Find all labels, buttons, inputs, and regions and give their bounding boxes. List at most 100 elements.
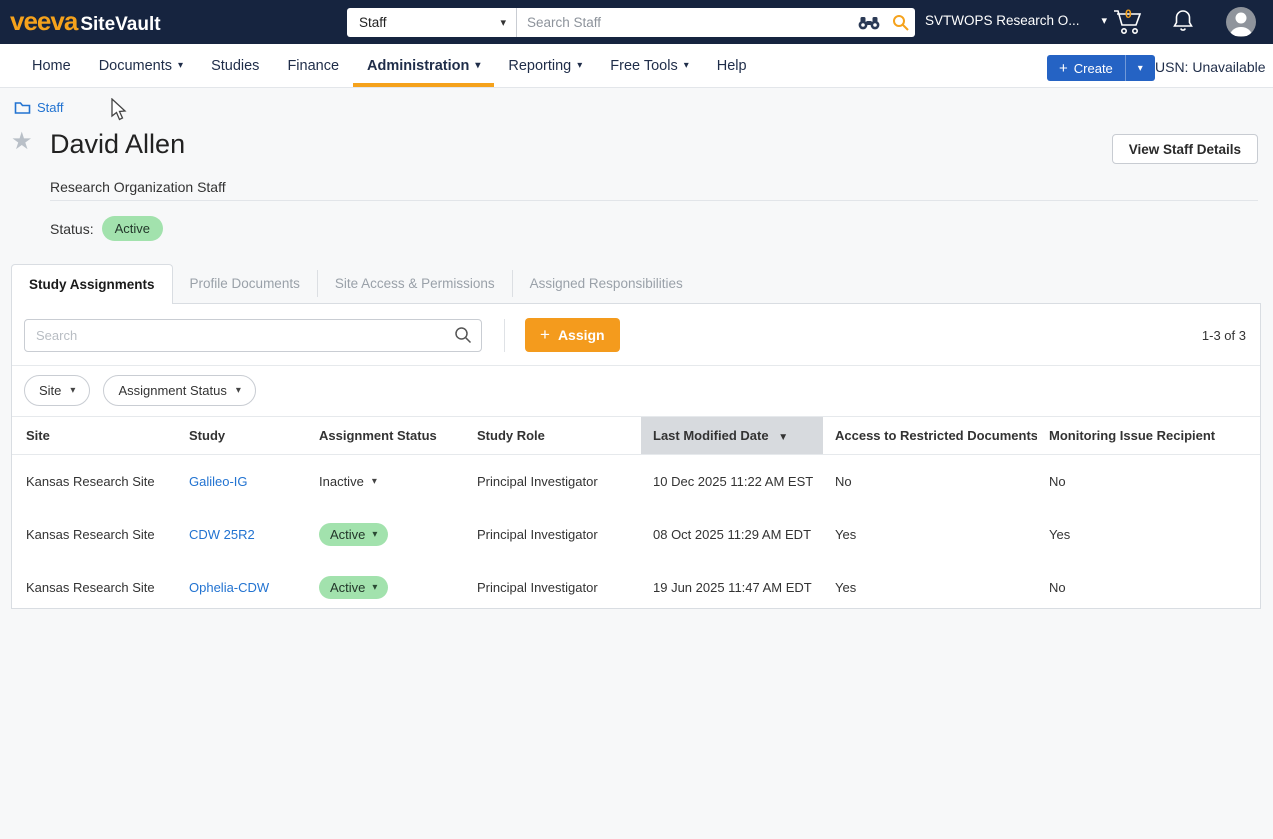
cell-site: Kansas Research Site: [12, 508, 177, 561]
study-link[interactable]: Ophelia-CDW: [189, 580, 269, 595]
veeva-logo-text: veeva: [10, 8, 77, 34]
usn-status-label: USN: Unavailable: [1155, 59, 1266, 75]
main-nav-bar: Home Documents ▾ Studies Finance Adminis…: [0, 44, 1273, 88]
table-search-input[interactable]: [24, 319, 482, 352]
cell-last-modified: 10 Dec 2025 11:22 AM EST: [641, 455, 823, 508]
status-label: Status:: [50, 221, 94, 237]
column-header-restricted-access[interactable]: Access to Restricted Documents?: [823, 417, 1037, 455]
global-search-input[interactable]: [517, 8, 852, 37]
cell-restricted-access: Yes: [823, 561, 1037, 614]
global-search-widget: Staff ▾: [347, 8, 915, 37]
create-dropdown-button[interactable]: ▾: [1125, 55, 1155, 81]
nav-item-finance[interactable]: Finance: [273, 44, 353, 87]
chevron-down-icon: ▾: [372, 529, 377, 540]
nav-item-studies[interactable]: Studies: [197, 44, 273, 87]
study-link[interactable]: CDW 25R2: [189, 527, 255, 542]
organization-name: SVTWOPS Research O...: [925, 13, 1080, 28]
chevron-down-icon: ▾: [372, 476, 377, 487]
table-toolbar: + Assign 1-3 of 3: [12, 304, 1260, 365]
cell-monitoring-recipient: No: [1037, 561, 1260, 614]
tab-study-assignments[interactable]: Study Assignments: [11, 264, 173, 304]
cart-count-badge: 0: [1125, 7, 1132, 21]
record-range-label: 1-3 of 3: [1202, 328, 1248, 343]
study-link[interactable]: Galileo-IG: [189, 474, 248, 489]
cell-monitoring-recipient: Yes: [1037, 508, 1260, 561]
tab-profile-documents[interactable]: Profile Documents: [173, 270, 318, 297]
assign-button[interactable]: + Assign: [525, 318, 620, 352]
column-header-study[interactable]: Study: [177, 417, 307, 455]
cell-monitoring-recipient: No: [1037, 455, 1260, 508]
notifications-bell-icon[interactable]: [1172, 9, 1194, 38]
chevron-down-icon: ▾: [178, 60, 183, 71]
cell-study-role: Principal Investigator: [465, 508, 641, 561]
chevron-down-icon: ▾: [70, 385, 75, 396]
column-header-assignment-status[interactable]: Assignment Status: [307, 417, 465, 455]
nav-item-documents[interactable]: Documents ▾: [85, 44, 197, 87]
sort-desc-icon: ▼: [778, 432, 788, 443]
study-assignments-table: Site Study Assignment Status Study Role …: [12, 416, 1260, 614]
chevron-down-icon: ▾: [500, 16, 506, 29]
cart-icon[interactable]: 0: [1112, 8, 1144, 41]
breadcrumb[interactable]: Staff: [14, 100, 64, 115]
plus-icon: +: [1059, 60, 1068, 77]
nav-item-administration[interactable]: Administration ▾: [353, 44, 494, 87]
chevron-down-icon: ▾: [684, 60, 689, 71]
assignment-status-dropdown[interactable]: Active ▾: [319, 576, 388, 599]
sitevault-logo-text: SiteVault: [80, 14, 160, 36]
column-header-last-modified-date[interactable]: Last Modified Date ▼: [641, 417, 823, 455]
tab-bar: Study Assignments Profile Documents Site…: [11, 264, 700, 303]
tab-assigned-responsibilities[interactable]: Assigned Responsibilities: [513, 270, 700, 297]
mouse-cursor: [110, 98, 128, 122]
divider: [50, 200, 1258, 201]
nav-item-reporting[interactable]: Reporting ▾: [494, 44, 596, 87]
chevron-down-icon: ▾: [1102, 14, 1108, 27]
organization-selector[interactable]: SVTWOPS Research O... ▾: [925, 13, 1107, 28]
view-staff-details-button[interactable]: View Staff Details: [1112, 134, 1258, 164]
nav-item-home[interactable]: Home: [18, 44, 85, 87]
search-icon[interactable]: [454, 326, 472, 349]
breadcrumb-staff-link: Staff: [37, 100, 64, 115]
plus-icon: +: [540, 325, 550, 345]
study-assignments-panel: + Assign 1-3 of 3 Site ▾ Assignment Stat…: [11, 303, 1261, 609]
chevron-down-icon: ▾: [236, 385, 241, 396]
divider: [504, 319, 505, 352]
nav-item-help[interactable]: Help: [703, 44, 761, 87]
table-row: Kansas Research Site Ophelia-CDW Active …: [12, 561, 1260, 614]
nav-item-free-tools[interactable]: Free Tools ▾: [596, 44, 702, 87]
user-avatar[interactable]: [1226, 7, 1256, 37]
cell-site: Kansas Research Site: [12, 455, 177, 508]
veeva-sitevault-logo[interactable]: veeva SiteVault: [10, 8, 161, 36]
column-header-monitoring-recipient[interactable]: Monitoring Issue Recipient: [1037, 417, 1260, 455]
page-content: Staff ★ David Allen View Staff Details R…: [0, 88, 1273, 839]
cell-study-role: Principal Investigator: [465, 455, 641, 508]
cell-restricted-access: Yes: [823, 508, 1037, 561]
folder-icon: [14, 101, 31, 115]
search-icon[interactable]: [886, 14, 915, 31]
top-bar: veeva SiteVault Staff ▾ SVTWOPS Research…: [0, 0, 1273, 44]
filter-assignment-status[interactable]: Assignment Status ▾: [103, 375, 255, 406]
advanced-search-binoculars-icon[interactable]: [852, 16, 886, 30]
filter-bar: Site ▾ Assignment Status ▾: [12, 365, 1260, 416]
page-title: David Allen: [50, 129, 185, 160]
create-split-button: + Create ▾: [1047, 55, 1155, 81]
create-button[interactable]: + Create: [1047, 55, 1125, 81]
table-header-row: Site Study Assignment Status Study Role …: [12, 417, 1260, 455]
assignment-status-dropdown[interactable]: Active ▾: [319, 523, 388, 546]
cell-restricted-access: No: [823, 455, 1037, 508]
table-search: [24, 319, 482, 352]
table-row: Kansas Research Site CDW 25R2 Active ▾ P…: [12, 508, 1260, 561]
cell-last-modified: 08 Oct 2025 11:29 AM EDT: [641, 508, 823, 561]
chevron-down-icon: ▾: [577, 60, 582, 71]
table-row: Kansas Research Site Galileo-IG Inactive…: [12, 455, 1260, 508]
tab-site-access-permissions[interactable]: Site Access & Permissions: [318, 270, 513, 297]
column-header-study-role[interactable]: Study Role: [465, 417, 641, 455]
filter-site[interactable]: Site ▾: [24, 375, 90, 406]
favorite-star-icon[interactable]: ★: [11, 130, 33, 154]
cell-study-role: Principal Investigator: [465, 561, 641, 614]
search-scope-select[interactable]: Staff ▾: [347, 8, 517, 37]
assignment-status-dropdown[interactable]: Inactive ▾: [319, 474, 377, 489]
column-header-site[interactable]: Site: [12, 417, 177, 455]
chevron-down-icon: ▾: [1138, 63, 1143, 74]
cell-site: Kansas Research Site: [12, 561, 177, 614]
chevron-down-icon: ▾: [475, 60, 480, 71]
